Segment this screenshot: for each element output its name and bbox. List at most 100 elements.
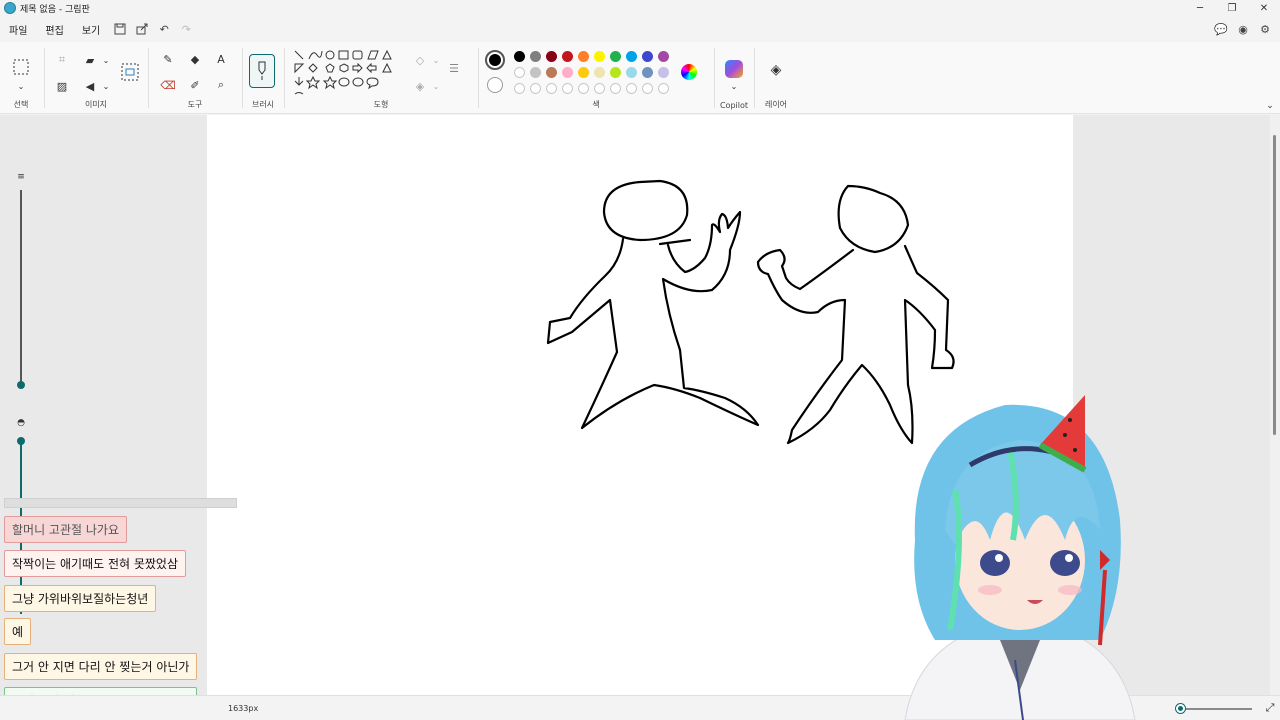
remove-background-icon[interactable]: ▨ bbox=[54, 78, 70, 94]
shapes-group: ◇ ⌄ ◈ ⌄ ☰ 도형 bbox=[286, 42, 476, 114]
select-rectangle-icon[interactable] bbox=[12, 58, 30, 76]
canvas-size-readout: 1633px bbox=[228, 704, 259, 713]
scrollbar-thumb[interactable] bbox=[1273, 135, 1276, 435]
line-size-icon[interactable]: ☰ bbox=[446, 60, 462, 76]
vertical-scrollbar[interactable] bbox=[1270, 115, 1280, 695]
pencil-icon[interactable]: ✎ bbox=[160, 51, 176, 67]
outline-icon[interactable]: ◇ bbox=[412, 52, 428, 68]
color-swatch[interactable] bbox=[546, 67, 557, 78]
color-swatch[interactable] bbox=[578, 67, 589, 78]
color-swatch[interactable] bbox=[514, 51, 525, 62]
copilot-icon[interactable] bbox=[725, 60, 743, 78]
color-swatch[interactable] bbox=[594, 51, 605, 62]
divider bbox=[754, 48, 755, 108]
share-icon[interactable] bbox=[131, 19, 153, 39]
empty-color-slot[interactable] bbox=[530, 83, 541, 94]
color-swatch[interactable] bbox=[610, 67, 621, 78]
image-group: ⌗ ▰ ⌄ ▨ ◀ ⌄ 이미지 bbox=[46, 42, 146, 114]
color-picker-icon[interactable]: ✐ bbox=[187, 77, 203, 93]
color-swatch[interactable] bbox=[642, 51, 653, 62]
color-swatch[interactable] bbox=[530, 51, 541, 62]
fill-icon[interactable]: ◈ bbox=[412, 78, 428, 94]
color-swatch[interactable] bbox=[626, 51, 637, 62]
color-swatch[interactable] bbox=[514, 67, 525, 78]
chat-message: 작짝이는 애기때도 전혀 못짰었삼 bbox=[4, 550, 187, 577]
menu-view[interactable]: 보기 bbox=[73, 22, 109, 37]
close-button[interactable]: ✕ bbox=[1248, 0, 1280, 16]
empty-color-slot[interactable] bbox=[610, 83, 621, 94]
edit-colors-icon[interactable] bbox=[681, 64, 697, 80]
brush-size-slider[interactable]: ≡ bbox=[14, 170, 28, 390]
menu-edit[interactable]: 편집 bbox=[36, 22, 72, 37]
shapes-label: 도형 bbox=[373, 100, 389, 109]
text-icon[interactable]: A bbox=[213, 51, 229, 67]
empty-color-slot[interactable] bbox=[546, 83, 557, 94]
colors-group: 색 bbox=[480, 42, 712, 114]
color-swatch[interactable] bbox=[530, 67, 541, 78]
ribbon-toolbar: ⌄ 선택 ⌗ ▰ ⌄ ▨ ◀ ⌄ 이미지 ✎ ◆ A ⌫ ✐ ⌕ 도구 브러시 bbox=[0, 42, 1280, 114]
redo-icon[interactable]: ↷ bbox=[175, 19, 197, 39]
empty-color-slot[interactable] bbox=[514, 83, 525, 94]
chat-message: 그거 안 지면 다리 안 찢는거 아닌가 bbox=[4, 653, 198, 680]
chevron-down-icon[interactable]: ⌄ bbox=[428, 52, 444, 68]
chevron-down-icon[interactable]: ⌄ bbox=[428, 78, 444, 94]
feedback-icon[interactable]: 💬 bbox=[1210, 19, 1232, 39]
paint-app-icon bbox=[4, 2, 16, 14]
rotate-icon[interactable]: ◀ bbox=[82, 78, 98, 94]
settings-gear-icon[interactable]: ⚙ bbox=[1254, 19, 1276, 39]
empty-color-slot[interactable] bbox=[642, 83, 653, 94]
tools-label: 도구 bbox=[187, 100, 203, 109]
color-swatch[interactable] bbox=[626, 67, 637, 78]
size-slider-thumb[interactable] bbox=[17, 381, 25, 389]
layers-label: 레이어 bbox=[764, 100, 788, 109]
eraser-icon[interactable]: ⌫ bbox=[160, 77, 176, 93]
select-group: ⌄ 선택 bbox=[0, 42, 42, 114]
empty-color-slot[interactable] bbox=[562, 83, 573, 94]
window-controls: ─ ❐ ✕ bbox=[1184, 0, 1280, 16]
maximize-button[interactable]: ❐ bbox=[1216, 0, 1248, 16]
layers-icon[interactable]: ◈ bbox=[768, 62, 784, 78]
empty-color-slot[interactable] bbox=[626, 83, 637, 94]
color-swatch[interactable] bbox=[594, 67, 605, 78]
empty-color-slot[interactable] bbox=[578, 83, 589, 94]
divider bbox=[478, 48, 479, 108]
color-swatch[interactable] bbox=[642, 67, 653, 78]
shapes-gallery[interactable] bbox=[292, 48, 398, 100]
empty-color-slot[interactable] bbox=[658, 83, 669, 94]
chevron-down-icon[interactable]: ⌄ bbox=[98, 78, 114, 94]
color-swatch[interactable] bbox=[562, 67, 573, 78]
menu-file[interactable]: 파일 bbox=[0, 22, 36, 37]
zoom-slider-thumb[interactable] bbox=[1176, 704, 1185, 713]
magnifier-icon[interactable]: ⌕ bbox=[213, 77, 229, 93]
vtuber-avatar bbox=[904, 395, 1136, 720]
fill-bucket-icon[interactable]: ◆ bbox=[187, 51, 203, 67]
image-select-icon[interactable] bbox=[120, 62, 140, 82]
size-lines-icon: ≡ bbox=[17, 172, 25, 182]
copilot-group: ⌄ Copilot bbox=[716, 42, 752, 114]
brush-icon[interactable] bbox=[249, 54, 275, 88]
secondary-color-swatch[interactable] bbox=[487, 77, 503, 93]
chevron-down-icon[interactable]: ⌄ bbox=[726, 78, 742, 94]
zoom-slider-track[interactable] bbox=[1180, 708, 1252, 710]
ribbon-collapse-chevron-icon[interactable]: ⌄ bbox=[1262, 98, 1278, 114]
fit-to-window-icon[interactable]: ⤢ bbox=[1262, 700, 1278, 716]
undo-icon[interactable]: ↶ bbox=[153, 19, 175, 39]
brush-label: 브러시 bbox=[251, 100, 275, 109]
chevron-down-icon[interactable]: ⌄ bbox=[98, 52, 114, 68]
color-swatch[interactable] bbox=[658, 67, 669, 78]
chevron-down-icon[interactable]: ⌄ bbox=[13, 78, 29, 94]
color-swatch[interactable] bbox=[610, 51, 621, 62]
resize-icon[interactable]: ▰ bbox=[82, 52, 98, 68]
color-swatch[interactable] bbox=[578, 51, 589, 62]
color-swatch[interactable] bbox=[546, 51, 557, 62]
minimize-button[interactable]: ─ bbox=[1184, 0, 1216, 16]
save-icon[interactable] bbox=[109, 19, 131, 39]
menu-bar: 파일 편집 보기 ↶ ↷ 💬 ◉ ⚙ bbox=[0, 18, 1280, 40]
account-icon[interactable]: ◉ bbox=[1232, 19, 1254, 39]
color-swatch[interactable] bbox=[562, 51, 573, 62]
crop-icon[interactable]: ⌗ bbox=[54, 52, 70, 68]
color-swatch[interactable] bbox=[658, 51, 669, 62]
empty-color-slot[interactable] bbox=[594, 83, 605, 94]
layers-group: ◈ 레이어 bbox=[756, 42, 796, 114]
primary-color-swatch[interactable] bbox=[485, 50, 505, 70]
